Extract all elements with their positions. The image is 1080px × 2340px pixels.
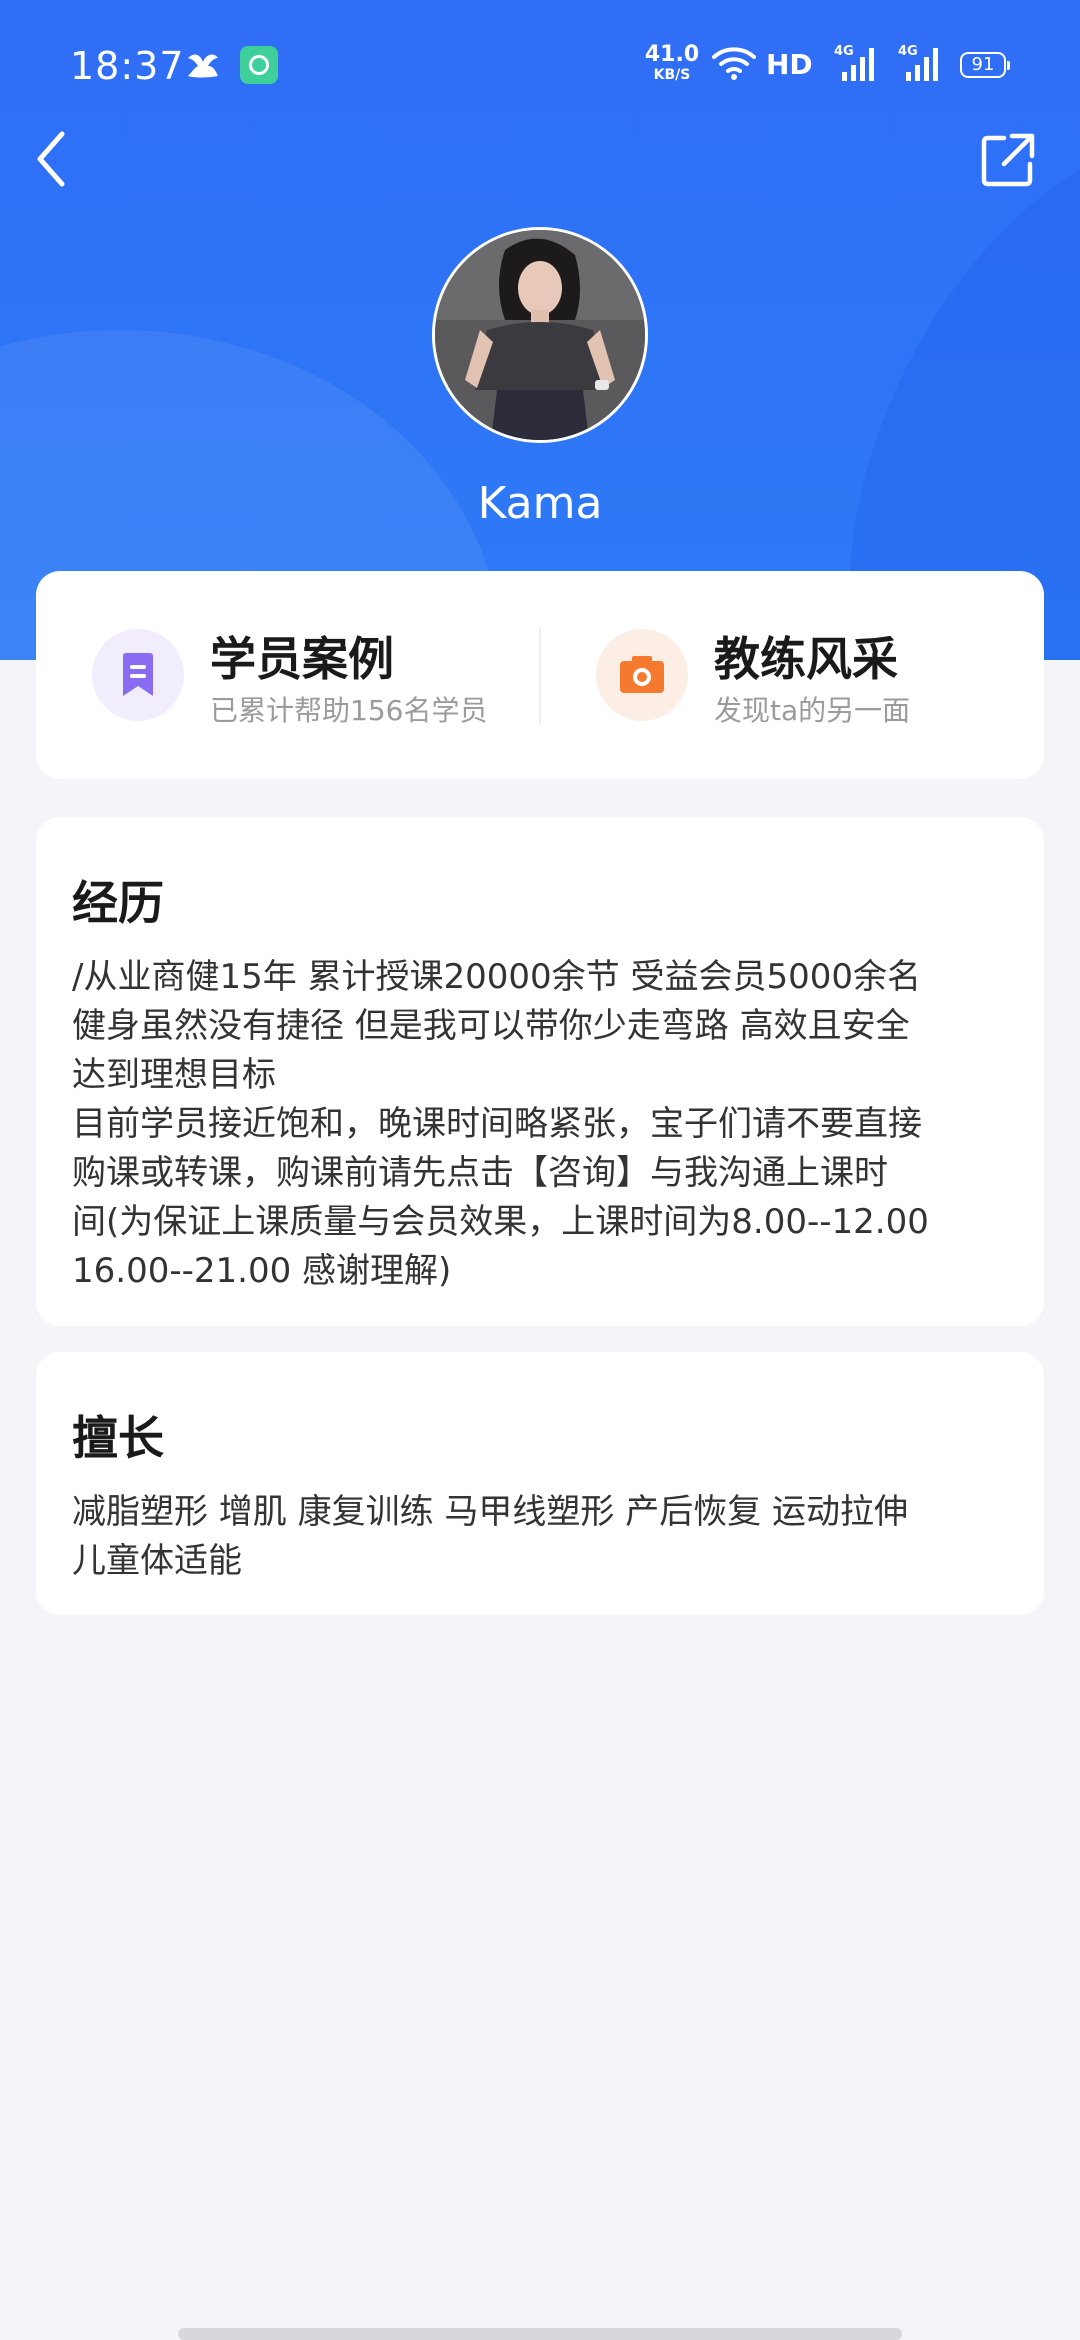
back-button[interactable] <box>24 124 84 194</box>
coach-name: Kama <box>477 478 603 529</box>
bookmark-icon <box>123 653 153 696</box>
avatar[interactable] <box>432 227 648 443</box>
network-speed: 41.0 KB/S <box>644 42 700 83</box>
specialty-text: 减脂塑形 增肌 康复训练 马甲线塑形 产后恢复 运动拉伸 儿童体适能 <box>72 1488 1008 1586</box>
experience-line: /从业商健15年 累计授课20000余节 受益会员5000余名 <box>72 957 922 997</box>
specialty-line: 减脂塑形 增肌 康复训练 马甲线塑形 产后恢复 运动拉伸 <box>72 1492 909 1532</box>
quick-entries-card: 学员案例 已累计帮助156名学员 教练风采 发现ta的另一面 <box>36 571 1044 779</box>
specialty-line: 儿童体适能 <box>72 1541 242 1581</box>
network-speed-unit: KB/S <box>653 67 691 83</box>
experience-card: 经历 /从业商健15年 累计授课20000余节 受益会员5000余名 健身虽然没… <box>36 817 1044 1326</box>
coach-style-subtitle: 发现ta的另一面 <box>714 694 911 727</box>
student-cases-title: 学员案例 <box>210 632 394 686</box>
student-cases-subtitle: 已累计帮助156名学员 <box>210 694 488 727</box>
experience-line: 16.00--21.00 感谢理解) <box>72 1251 452 1291</box>
experience-line: 目前学员接近饱和，晚课时间略紧张，宝子们请不要直接 <box>72 1104 922 1144</box>
signal-icon: 4G <box>898 44 948 84</box>
experience-text: /从业商健15年 累计授课20000余节 受益会员5000余名 健身虽然没有捷径… <box>72 953 1008 1296</box>
hd-indicator: HD <box>766 48 813 81</box>
specialty-title: 擅长 <box>72 1411 164 1465</box>
coach-style-icon-bg <box>596 629 688 721</box>
coach-photo <box>435 230 645 440</box>
student-cases-icon-bg <box>92 629 184 721</box>
status-bar: 18:37 41.0 KB/S HD 4G 4G 91 <box>0 0 1080 130</box>
camera-icon <box>620 656 664 693</box>
wifi-icon <box>712 47 756 80</box>
experience-line: 达到理想目标 <box>72 1055 276 1095</box>
chat-app-icon <box>240 46 278 84</box>
network-speed-value: 41.0 <box>644 42 700 67</box>
signal-icon: 4G <box>834 44 884 84</box>
home-indicator[interactable] <box>178 2328 902 2340</box>
coach-style-title: 教练风采 <box>714 632 898 686</box>
share-button[interactable] <box>980 132 1036 188</box>
experience-line: 健身虽然没有捷径 但是我可以带你少走弯路 高效且安全 <box>72 1006 910 1046</box>
specialty-card: 擅长 减脂塑形 增肌 康复训练 马甲线塑形 产后恢复 运动拉伸 儿童体适能 <box>36 1352 1044 1615</box>
battery-icon: 91 <box>960 52 1010 78</box>
experience-line: 间(为保证上课质量与会员效果，上课时间为8.00--12.00 <box>72 1202 929 1242</box>
experience-line: 购课或转课，购课前请先点击【咨询】与我沟通上课时 <box>72 1153 888 1193</box>
status-time: 18:37 <box>70 44 185 88</box>
bird-app-icon <box>188 54 218 78</box>
coach-style-entry[interactable]: 教练风采 发现ta的另一面 <box>540 571 1044 779</box>
experience-title: 经历 <box>72 876 164 930</box>
student-cases-entry[interactable]: 学员案例 已累计帮助156名学员 <box>36 571 540 779</box>
